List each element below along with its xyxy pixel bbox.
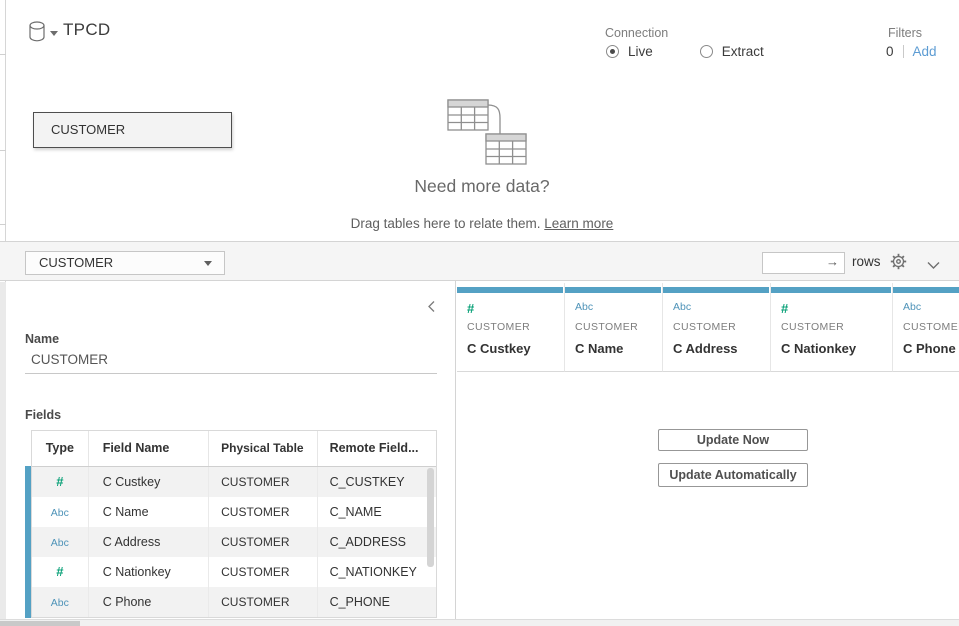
empty-state-title: Need more data? [0,176,959,197]
column-accent-bar [565,287,661,293]
grid-column-header[interactable]: # CUSTOMER C Nationkey [771,283,893,372]
datasource-title[interactable]: TPCD [63,20,110,40]
column-table-label: CUSTOMER [903,321,959,333]
update-automatically-button[interactable]: Update Automatically [658,463,808,487]
column-accent-bar [893,287,959,293]
fields-table-header: Type Field Name Physical Table Remote Fi… [32,431,436,467]
tableau-datasource-page: TPCD Connection Live Extract Filters 0 A… [0,0,959,626]
column-field-label: C Phone [903,341,956,356]
header-type[interactable]: Type [32,431,89,466]
string-type-icon: Abc [575,301,593,313]
collapsed-pane-edge [0,0,6,620]
field-name-cell: C Name [89,497,209,527]
field-name-cell: C Nationkey [89,557,209,587]
header-remote-field[interactable]: Remote Field... [318,431,436,466]
number-type-icon: # [781,301,788,316]
remote-field-cell: C_NAME [318,497,436,527]
header-field-name[interactable]: Field Name [89,431,209,466]
column-field-label: C Address [673,341,738,356]
grid-column-header[interactable]: Abc CUSTOMER C Phone [893,283,959,372]
column-accent-bar [663,287,769,293]
relate-tables-icon [438,92,530,171]
column-field-label: C Name [575,341,623,356]
empty-state-hint: Drag tables here to relate them. Learn m… [0,216,959,231]
string-type-icon: Abc [673,301,691,313]
collapse-panel-icon[interactable] [427,300,436,318]
radio-live-label[interactable]: Live [628,44,653,59]
remote-field-cell: C_ADDRESS [318,527,436,557]
table-row-partial [32,617,436,618]
table-row[interactable]: Abc C Phone CUSTOMER C_PHONE [32,587,436,617]
physical-table-cell: CUSTOMER [209,467,317,497]
column-field-label: C Custkey [467,341,531,356]
table-selector-dropdown[interactable]: CUSTOMER [25,251,225,275]
divider [903,45,904,58]
number-type-icon[interactable]: # [56,474,63,489]
string-type-icon[interactable]: Abc [51,597,69,609]
name-input[interactable]: CUSTOMER [25,352,437,374]
table-selector-value: CUSTOMER [39,255,113,270]
string-type-icon[interactable]: Abc [51,507,69,519]
string-type-icon: Abc [903,301,921,313]
column-table-label: CUSTOMER [467,321,530,333]
radio-extract[interactable] [700,45,713,58]
table-row[interactable]: Abc C Address CUSTOMER C_ADDRESS [32,527,436,557]
collapse-grid-chevron-icon[interactable] [927,257,940,275]
name-label: Name [25,332,59,346]
chevron-down-icon [204,261,212,266]
row-limit-input[interactable] [765,254,825,272]
table-row[interactable]: # C Custkey CUSTOMER C_CUSTKEY [32,467,436,497]
number-type-icon[interactable]: # [56,564,63,579]
database-menu-caret-icon[interactable] [50,31,58,36]
update-now-button[interactable]: Update Now [658,429,808,451]
apply-rows-arrow-icon[interactable]: → [826,254,839,269]
horizontal-scrollbar-thumb[interactable] [0,621,80,626]
column-table-label: CUSTOMER [575,321,638,333]
column-field-label: C Nationkey [781,341,856,356]
drag-hint-text: Drag tables here to relate them. [351,216,541,231]
remote-field-cell: C_PHONE [318,587,436,617]
physical-table-cell: CUSTOMER [209,587,317,617]
table-row[interactable]: Abc C Name CUSTOMER C_NAME [32,497,436,527]
field-name-cell: C Address [89,527,209,557]
panel-divider [455,281,456,620]
learn-more-link[interactable]: Learn more [544,216,613,231]
column-table-label: CUSTOMER [673,321,736,333]
remote-field-cell: C_CUSTKEY [318,467,436,497]
selected-table-accent-bar [25,466,31,618]
rows-label: rows [852,254,881,269]
column-accent-bar [771,287,891,293]
header-physical-table[interactable]: Physical Table [209,431,317,466]
physical-table-cell: CUSTOMER [209,557,317,587]
physical-table-cell: CUSTOMER [209,497,317,527]
grid-column-header[interactable]: # CUSTOMER C Custkey [457,283,565,372]
table-row[interactable]: # C Nationkey CUSTOMER C_NATIONKEY [32,557,436,587]
gear-icon[interactable] [890,253,907,275]
row-limit-box: → [762,252,845,274]
field-name-cell: C Phone [89,587,209,617]
grid-toolbar: CUSTOMER → rows [0,241,959,281]
vertical-scrollbar[interactable] [427,468,434,567]
filters-count: 0 [886,44,894,59]
physical-table-cell: CUSTOMER [209,527,317,557]
add-filter-link[interactable]: Add [913,44,937,59]
column-accent-bar [457,287,563,293]
grid-column-header[interactable]: Abc CUSTOMER C Address [663,283,771,372]
filters-label: Filters [888,26,922,40]
fields-label: Fields [25,408,61,422]
number-type-icon: # [467,301,474,316]
grid-column-header[interactable]: Abc CUSTOMER C Name [565,283,663,372]
remote-field-cell: C_NATIONKEY [318,557,436,587]
fields-table: Type Field Name Physical Table Remote Fi… [31,430,437,618]
string-type-icon[interactable]: Abc [51,537,69,549]
column-table-label: CUSTOMER [781,321,844,333]
database-icon[interactable] [28,21,46,47]
radio-live[interactable] [606,45,619,58]
radio-extract-label[interactable]: Extract [722,44,764,59]
connection-label: Connection [605,26,668,40]
logical-table-card[interactable]: CUSTOMER [33,112,232,148]
horizontal-scrollbar-track[interactable] [0,619,959,626]
field-name-cell: C Custkey [89,467,209,497]
